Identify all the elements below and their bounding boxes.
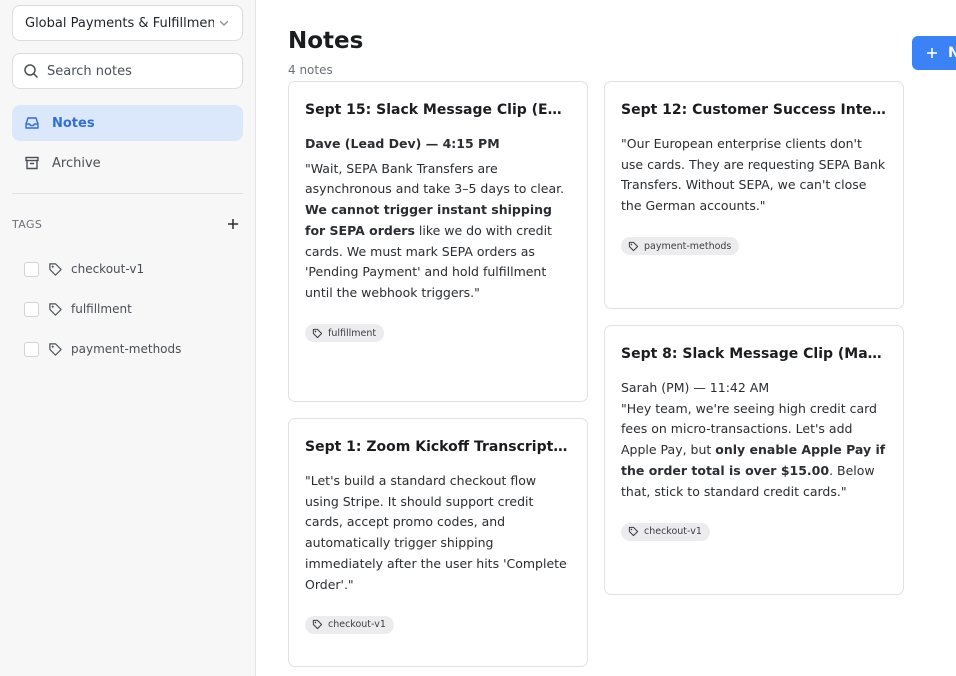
add-tag-button[interactable] [223, 214, 243, 234]
nav-item-label: Archive [52, 155, 101, 171]
note-tags: fulfillment [305, 324, 571, 343]
note-title: Sept 12: Customer Success Intervie... [621, 102, 887, 118]
note-card[interactable]: Sept 8: Slack Message Clip (Market... Sa… [604, 325, 904, 595]
tag-chip-label: payment-methods [644, 240, 732, 252]
workspace-name: Global Payments & Fulfillmen [25, 15, 214, 31]
note-title: Sept 15: Slack Message Clip (Engin... [305, 102, 571, 118]
new-note-button[interactable]: N [912, 36, 956, 70]
tag-icon [628, 241, 639, 251]
inbox-icon [25, 117, 39, 129]
tag-icon [312, 328, 323, 338]
notes-count: 4 notes [288, 63, 333, 77]
note-title: Sept 1: Zoom Kickoff Transcript (Pr... [305, 439, 571, 455]
nav-item-archive[interactable]: Archive [12, 145, 243, 181]
note-title: Sept 8: Slack Message Clip (Market... [621, 346, 887, 362]
note-card[interactable]: Sept 1: Zoom Kickoff Transcript (Pr... "… [288, 418, 588, 667]
note-byline: Sarah (PM) — 11:42 AM [621, 380, 770, 395]
search-input[interactable] [47, 63, 232, 79]
tag-checkbox[interactable] [24, 301, 39, 317]
archive-icon [25, 156, 39, 170]
tag-filter-checkout-v1: checkout-v1 [24, 258, 244, 280]
note-byline: Dave (Lead Dev) — 4:15 PM [305, 136, 500, 151]
tag-chip[interactable]: fulfillment [305, 324, 385, 343]
search-icon [24, 64, 38, 78]
sidebar: Global Payments & Fulfillmen Notes Archi… [0, 0, 256, 676]
tag-icon [49, 302, 62, 316]
note-tags: payment-methods [621, 237, 887, 256]
tag-chip[interactable]: checkout-v1 [305, 615, 394, 634]
note-body: "Wait, SEPA Bank Transfers are asynchron… [305, 159, 571, 304]
tag-filter-payment-methods: payment-methods [24, 338, 244, 360]
note-body-text: "Wait, SEPA Bank Transfers are asynchron… [305, 160, 565, 197]
tag-chip[interactable]: checkout-v1 [621, 522, 710, 541]
tag-chip-label: checkout-v1 [644, 526, 702, 538]
nav-item-notes[interactable]: Notes [12, 105, 243, 141]
tag-label: payment-methods [71, 342, 182, 356]
chevron-down-icon [219, 20, 229, 26]
tag-chip-label: checkout-v1 [328, 619, 386, 631]
note-body-text: "Our European enterprise clients don't u… [621, 136, 886, 214]
nav-item-label: Notes [52, 115, 95, 131]
note-card[interactable]: Sept 12: Customer Success Intervie... "O… [604, 81, 904, 309]
tag-icon [312, 620, 323, 630]
tag-checkbox[interactable] [24, 341, 39, 357]
note-body: "Our European enterprise clients don't u… [621, 134, 887, 217]
tags-title: TAGS [12, 217, 43, 231]
new-note-label: N [948, 45, 956, 61]
note-body-text: "Let's build a standard checkout flow us… [305, 473, 567, 592]
plus-icon [228, 219, 238, 229]
page-title: Notes [288, 28, 364, 54]
note-tags: checkout-v1 [621, 522, 887, 541]
tag-chip-label: fulfillment [328, 327, 377, 339]
tags-header: TAGS [12, 214, 243, 234]
tag-label: fulfillment [71, 302, 132, 316]
tag-icon [49, 342, 62, 356]
note-tags: checkout-v1 [305, 615, 571, 634]
tag-chip[interactable]: payment-methods [621, 237, 740, 256]
tag-label: checkout-v1 [71, 262, 145, 276]
note-body: "Let's build a standard checkout flow us… [305, 471, 571, 595]
plus-icon [927, 48, 937, 58]
workspace-switcher[interactable]: Global Payments & Fulfillmen [12, 5, 243, 41]
tag-filter-fulfillment: fulfillment [24, 298, 244, 320]
note-body: "Hey team, we're seeing high credit card… [621, 399, 887, 503]
tag-icon [628, 527, 639, 537]
note-card[interactable]: Sept 15: Slack Message Clip (Engin... Da… [288, 81, 588, 402]
tag-icon [49, 262, 62, 276]
tag-checkbox[interactable] [24, 261, 39, 277]
search-box [12, 53, 243, 89]
sidebar-divider [12, 193, 243, 194]
